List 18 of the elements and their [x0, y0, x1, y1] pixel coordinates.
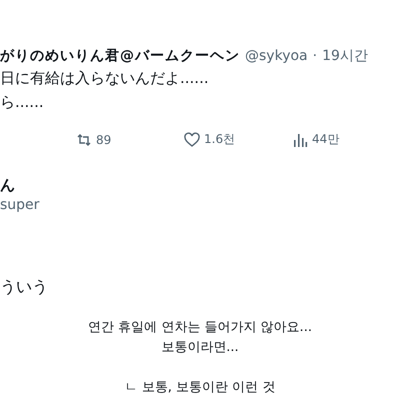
- author-handle[interactable]: @sykyoa: [245, 48, 308, 64]
- retweet-icon: [76, 132, 92, 148]
- post-time[interactable]: 19시간: [322, 47, 368, 65]
- separator-dot: ·: [312, 48, 318, 64]
- action-count[interactable]: 44만: [312, 131, 340, 148]
- reply-text: ういう: [0, 277, 49, 298]
- post-text: ら......: [0, 92, 45, 113]
- reply-author-handle[interactable]: super: [0, 197, 400, 213]
- caption-text: 연간 휴일에 연차는 들어가지 않아요...: [87, 319, 313, 337]
- bar-chart-icon: [292, 132, 308, 148]
- post-text: 日に有給は入らないんだよ......: [0, 68, 210, 89]
- action-count[interactable]: 89: [96, 132, 112, 146]
- heart-icon: [184, 132, 200, 148]
- action-count[interactable]: 1.6천: [204, 131, 236, 148]
- author-name[interactable]: がりのめいりん君@バームクーヘン: [0, 47, 240, 65]
- reply-author-name[interactable]: ん: [0, 176, 400, 195]
- caption-note: ㄴ 보통, 보통이란 이런 것: [124, 379, 276, 397]
- caption-text: 보통이라면...: [160, 339, 240, 357]
